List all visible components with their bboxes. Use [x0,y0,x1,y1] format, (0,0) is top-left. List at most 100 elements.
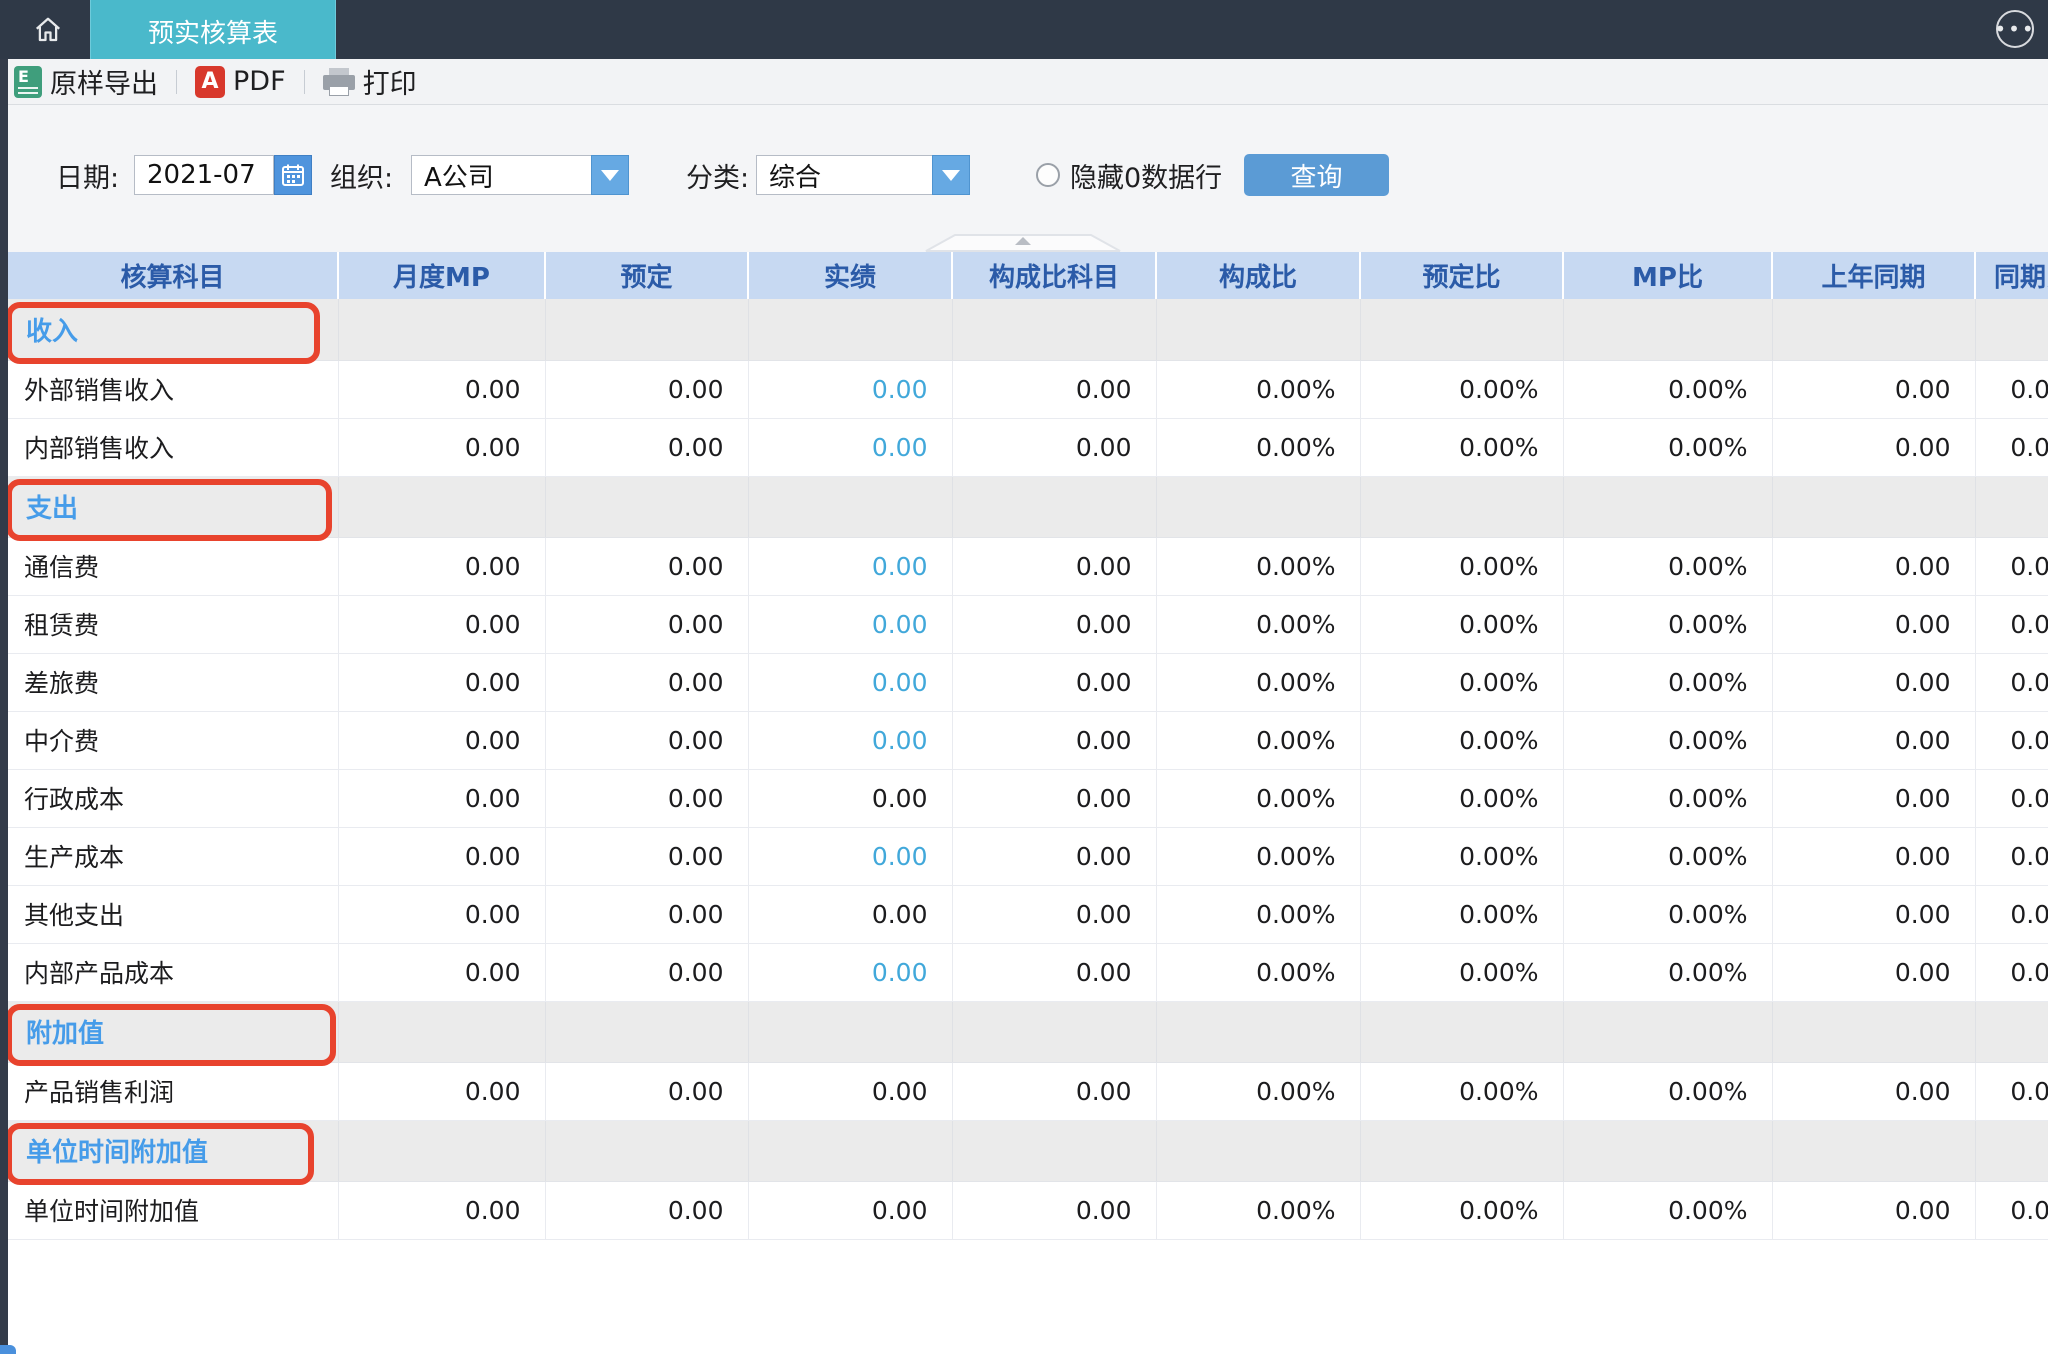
home-button[interactable] [20,0,76,59]
actual-value-cell[interactable]: 0.00 [748,653,953,712]
organization-label: 组织: [330,162,394,194]
column-header: 同期比 [1975,252,2048,299]
section-row: 单位时间附加值 [8,1120,2048,1182]
table-row: 内部销售收入 0.00 0.00 0.00 0.00 0.00% 0.00% 0.00% 0.0… [8,418,2048,477]
actual-value-cell[interactable]: 0.00 [748,827,953,886]
organization-value: A公司 [424,162,494,193]
table-row: 行政成本 0.00 0.00 0.00 0.00 0.00% 0.00% 0.00% 0.00 0… [8,769,2048,828]
tab-label: 预实核算表 [147,18,278,49]
section-link[interactable]: 附加值 [24,1019,104,1049]
actual-value-cell[interactable]: 0.00 [748,711,953,770]
actual-value-cell: 0.00 [748,885,953,944]
empty-cell [1360,476,1564,538]
floating-button-partial[interactable] [0,1345,16,1354]
value-cell: 0.00% [1156,595,1361,654]
empty-cell [1975,1001,2048,1063]
empty-cell [1563,1001,1773,1063]
column-header: MP比 [1563,252,1773,299]
value-cell: 0.00 [952,711,1157,770]
table-row: 产品销售利润 0.00 0.00 0.00 0.00 0.00% 0.00% 0.00% 0.0… [8,1062,2048,1121]
value-cell: 0.00 [545,1062,749,1121]
printer-icon [322,67,355,97]
value-cell: 0.00% [1563,769,1773,828]
value-cell: 0.00 [545,885,749,944]
row-label: 差旅费 [8,653,339,712]
actual-value-cell[interactable]: 0.00 [748,595,953,654]
empty-cell [748,1001,953,1063]
value-cell: 0.00% [1156,360,1361,419]
section-link[interactable]: 单位时间附加值 [24,1138,208,1168]
empty-cell [952,1001,1157,1063]
print-button[interactable]: 打印 [322,62,417,101]
query-button[interactable]: 查询 [1244,154,1389,196]
table-row: 生产成本 0.00 0.00 0.00 0.00 0.00% 0.00% 0.00% 0.00 0… [8,827,2048,886]
empty-cell [1975,299,2048,361]
value-cell: 0.00% [1156,885,1361,944]
empty-cell [1156,1120,1361,1182]
value-cell: 0.00% [1156,1181,1361,1240]
value-cell: 0.00 [338,653,546,712]
toolbar-divider [303,69,305,94]
value-cell: 0.00 [1975,711,2048,770]
column-header: 构成比科目 [952,252,1157,299]
section-link[interactable]: 支出 [24,494,78,524]
value-cell: 0.00 [545,418,749,477]
value-cell: 0.00 [1772,943,1976,1002]
value-cell: 0.00 [1975,885,2048,944]
query-label: 查询 [1290,162,1343,193]
hide-zero-radio[interactable] [1036,163,1060,187]
value-cell: 0.00% [1360,1181,1564,1240]
column-header: 月度MP [338,252,546,299]
value-cell: 0.00% [1563,1181,1773,1240]
section-row: 支出 [8,476,2048,538]
value-cell: 0.00 [545,769,749,828]
value-cell: 0.00% [1563,1062,1773,1121]
category-select[interactable]: 综合 [756,155,970,195]
toolbar: 原样导出 A PDF 打印 [0,59,2048,105]
row-label: 其他支出 [8,885,339,944]
value-cell: 0.00 [952,769,1157,828]
value-cell: 0.00 [338,711,546,770]
value-cell: 0.00% [1360,769,1564,828]
column-header: 预定比 [1360,252,1564,299]
value-cell: 0.00% [1360,595,1564,654]
organization-select[interactable]: A公司 [411,155,629,195]
column-header: 实绩 [748,252,953,299]
export-original-button[interactable]: 原样导出 [14,62,158,101]
empty-cell [545,299,749,361]
row-label: 内部产品成本 [8,943,339,1002]
value-cell: 0.00% [1563,885,1773,944]
more-options-button[interactable]: ••• [1994,10,2034,48]
value-cell: 0.00 [952,653,1157,712]
value-cell: 0.00% [1156,943,1361,1002]
actual-value-cell[interactable]: 0.00 [748,943,953,1002]
collapse-panel-handle[interactable] [923,232,1123,252]
pdf-export-button[interactable]: A PDF [195,65,286,98]
actual-value-cell[interactable]: 0.00 [748,360,953,419]
value-cell: 0.00 [1772,595,1976,654]
empty-cell [952,1120,1157,1182]
tab-budget-actual-report[interactable]: 预实核算表 [90,0,336,62]
actual-value-cell[interactable]: 0.00 [748,418,953,477]
value-cell: 0.00 [1772,360,1976,419]
section-link[interactable]: 收入 [24,317,78,347]
table-row: 其他支出 0.00 0.00 0.00 0.00 0.00% 0.00% 0.00% 0.00 0… [8,885,2048,944]
export-original-label: 原样导出 [50,69,158,100]
value-cell: 0.00% [1563,653,1773,712]
chevron-down-icon[interactable] [591,155,629,195]
report-table: 核算科目月度MP预定实绩构成比科目构成比预定比MP比上年同期同期比 收入外部销售… [8,252,2048,1242]
value-cell: 0.00% [1156,711,1361,770]
date-input[interactable]: 2021-07 [134,155,274,195]
value-cell: 0.00% [1563,711,1773,770]
value-cell: 0.00% [1360,418,1564,477]
chevron-down-icon[interactable] [932,155,970,195]
value-cell: 0.00 [1975,537,2048,596]
value-cell: 0.00 [1975,360,2048,419]
empty-cell [1360,1001,1564,1063]
home-icon [36,17,60,41]
actual-value-cell[interactable]: 0.00 [748,537,953,596]
value-cell: 0.00 [1975,653,2048,712]
row-label: 租赁费 [8,595,339,654]
calendar-button[interactable] [274,155,312,195]
value-cell: 0.00 [338,943,546,1002]
